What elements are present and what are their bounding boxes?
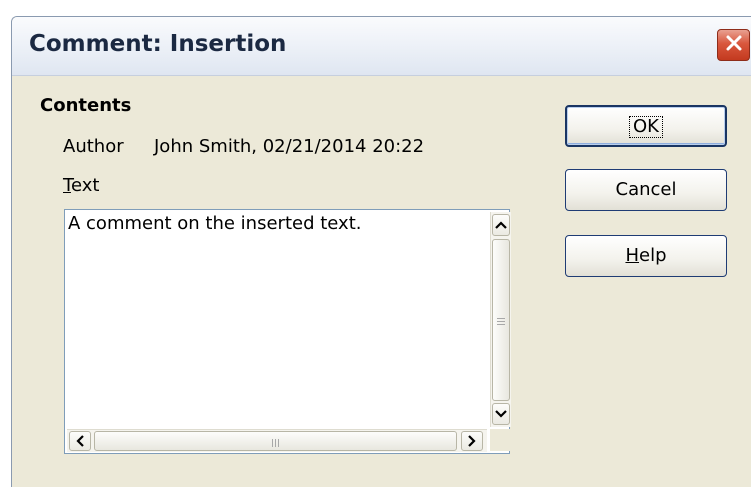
grip-icon [271,432,280,451]
help-button[interactable]: Help [565,235,727,277]
scroll-left-button[interactable] [69,431,91,451]
horizontal-scrollbar[interactable] [67,429,487,452]
scroll-down-button[interactable] [492,403,510,425]
close-icon [724,33,744,57]
ok-button[interactable]: OK [565,105,727,147]
scroll-right-button[interactable] [461,431,483,451]
text-label-rest: ext [70,175,100,196]
ok-button-label: OK [629,116,663,138]
title-bar[interactable]: Comment: Insertion [12,17,751,76]
chevron-left-icon [76,435,84,447]
chevron-up-icon [495,221,507,229]
close-button[interactable] [717,29,750,61]
text-label-mnemonic: T [63,175,71,196]
help-label-rest: elp [639,245,667,266]
text-label: Text [63,175,99,196]
comment-text-value: A comment on the inserted text. [68,213,362,234]
help-label-mnemonic: H [625,245,640,266]
scroll-up-button[interactable] [492,214,510,236]
author-label: Author [63,136,124,157]
contents-section-title: Contents [40,95,132,116]
author-value: John Smith, 02/21/2014 20:22 [154,136,425,157]
vertical-scroll-thumb[interactable] [492,239,510,401]
vertical-scrollbar[interactable] [490,212,511,427]
chevron-right-icon [468,435,476,447]
chevron-down-icon [495,410,507,418]
dialog-title: Comment: Insertion [29,31,287,57]
comment-dialog: Comment: Insertion Contents Author John … [11,16,751,487]
scrollbar-corner [490,429,510,451]
cancel-button[interactable]: Cancel [565,169,727,211]
horizontal-scroll-thumb[interactable] [94,431,457,451]
comment-text-area[interactable]: A comment on the inserted text. [64,209,511,454]
grip-icon [497,311,505,330]
